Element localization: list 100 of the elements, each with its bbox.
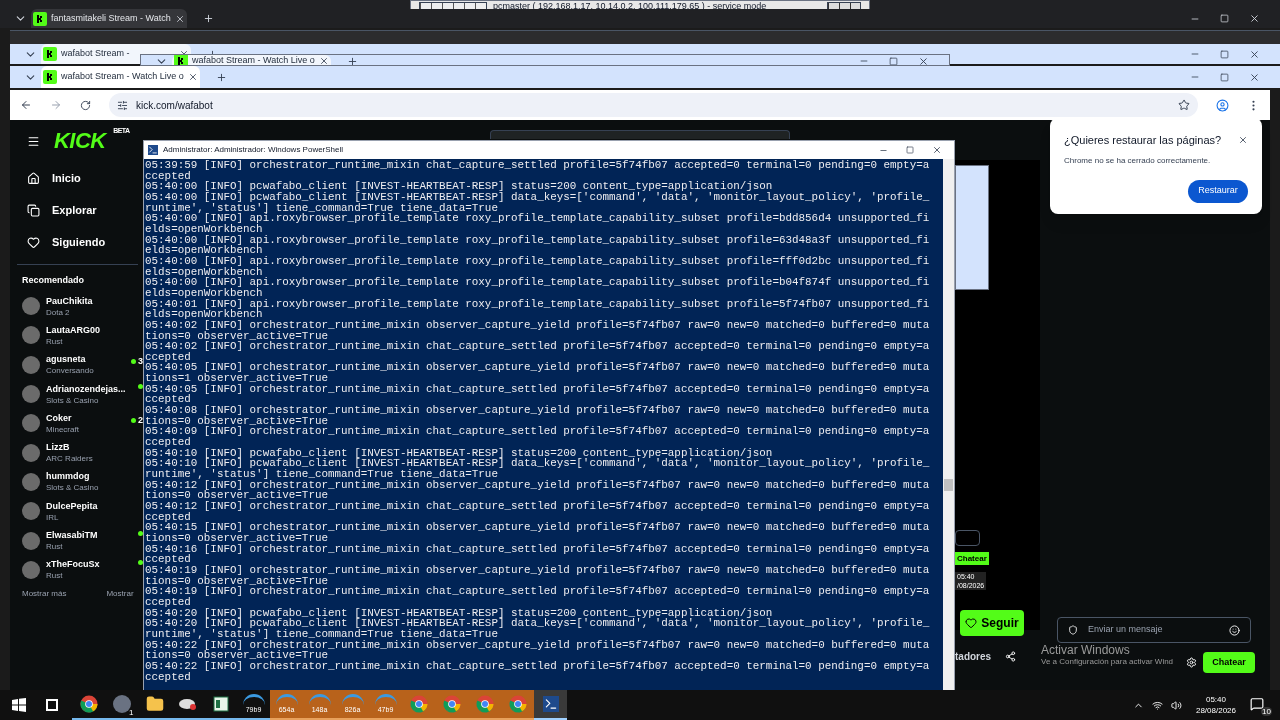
volume-icon[interactable] (1170, 699, 1182, 711)
channel-item[interactable]: LautaARG00 Rust (10, 320, 145, 351)
chrome-icon (409, 695, 428, 713)
viewer-count: 3 (138, 355, 143, 369)
heart-icon (27, 235, 40, 249)
console-line: elds=openWorkbench (145, 223, 263, 235)
channel-item[interactable]: Adrianozendejas... Slots & Casino (10, 379, 145, 409)
console-line: 05:40:20 [INFO] pcwafabo_client [INVEST-HEARTBEAT-RESP] status=200 content_type=application/json (145, 607, 773, 619)
folder-icon (145, 695, 164, 713)
avatar (22, 443, 40, 462)
sidebar-nav-item[interactable]: Inicio (10, 162, 145, 194)
task-view-icon[interactable] (46, 699, 58, 711)
bookmark-icon[interactable] (1178, 99, 1190, 111)
console-line: 05:40:02 [INFO] orchestrator_runtime_mixin chat_capture_settled profile=5f74fb07 accepted=0 terminal=0 pending=0 empty=a (145, 341, 930, 352)
start-icon[interactable] (12, 698, 26, 712)
channel-category: Dota 2 (46, 306, 71, 318)
channel-item[interactable]: PauChikita Dota 2 (10, 291, 145, 321)
console-line: runtime', 'status'] tiene_command=True tiene_data=True (145, 628, 498, 640)
scrollbar-thumb[interactable] (944, 479, 953, 491)
channel-category: Rust (46, 541, 64, 552)
avatar (22, 355, 40, 374)
channel-category: Rust (46, 570, 64, 582)
console-line: 05:40:12 [INFO] orchestrator_runtime_mixin observer_capture_yield profile=5f74fb07 raw=0 new=0 matched=0 buffered=0 muta (145, 479, 930, 491)
chat-input-field[interactable]: Enviar un mensaje (1057, 617, 1251, 643)
kick-favicon-icon (43, 70, 57, 84)
console-line: 05:40:00 [INFO] api.roxybrowser_profile_template roxy_profile_template_capability_subset profile=63d48a3f unsupported_fi (145, 234, 930, 246)
new-tab-icon[interactable] (202, 13, 214, 24)
browser-tab[interactable]: wafabot Stream - Watch Live o (41, 66, 200, 88)
close-icon[interactable] (1238, 135, 1248, 146)
settings-icon[interactable] (1186, 657, 1197, 668)
console-line: 05:40:22 [INFO] orchestrator_runtime_mixin observer_capture_yield profile=5f74fb07 raw=0 new=0 matched=0 buffered=0 muta (145, 639, 930, 651)
back-icon[interactable] (20, 99, 32, 111)
channel-category: Rust (46, 335, 64, 347)
browser-tab[interactable]: fantasmitakeli Stream - Watch (31, 9, 187, 28)
notification-button[interactable]: 10 (1250, 694, 1272, 716)
new-tab-icon[interactable] (346, 55, 358, 65)
spreadsheet-icon (212, 696, 229, 712)
channel-name: xTheFocuSx (46, 558, 100, 571)
url-field[interactable]: kick.com/wafabot (109, 93, 1198, 117)
avatar (22, 472, 40, 491)
site-info-icon[interactable] (117, 99, 128, 111)
channel-item[interactable]: agusneta Conversando 3 (10, 350, 145, 380)
console-line: 05:40:19 [INFO] orchestrator_runtime_mixin chat_capture_settled profile=5f74fb07 accepted=0 terminal=0 pending=0 empty=a (145, 586, 930, 597)
maximize-icon[interactable] (1220, 72, 1229, 82)
close-tab-icon[interactable] (187, 72, 198, 82)
show-more-link[interactable]: Mostrar más (22, 588, 67, 601)
console-line: runtime', 'status'] tiene_command=True tiene_data=True (145, 469, 498, 480)
console-line: ccepted (145, 170, 191, 182)
channel-item[interactable]: ElwasabiTM Rust (10, 525, 145, 556)
nav-label: Inicio (52, 170, 81, 186)
sidebar-nav-item[interactable]: Siguiendo (10, 226, 145, 258)
channel-category: Conversando (46, 365, 94, 377)
restore-button[interactable]: Restaurar (1188, 179, 1248, 203)
chrome-icon (508, 695, 527, 713)
taskbar-app[interactable] (534, 690, 567, 720)
reload-icon[interactable] (80, 99, 91, 111)
emoji-icon[interactable] (1229, 624, 1240, 636)
channel-item[interactable]: hummdog Slots & Casino (10, 467, 145, 497)
notification-icon (1250, 696, 1264, 711)
clock-date[interactable]: 28/08/2026 (1195, 705, 1236, 716)
new-tab-icon[interactable] (215, 71, 227, 83)
close-icon[interactable] (1249, 13, 1260, 24)
console-line: 05:39:59 [INFO] orchestrator_runtime_mixin chat_capture_settled profile=5f74fb07 accepted=0 terminal=0 pending=0 empty=a (145, 160, 930, 171)
close-tab-icon[interactable] (174, 13, 185, 24)
search-field[interactable] (490, 130, 790, 139)
close-icon[interactable] (1249, 48, 1260, 60)
powershell-icon (542, 696, 559, 712)
avatar (22, 560, 40, 579)
chrome-icon (475, 695, 494, 713)
network-icon[interactable] (1151, 699, 1163, 711)
url-text: kick.com/wafabot (136, 98, 213, 113)
chat-send-button[interactable]: Chatear (1203, 652, 1255, 673)
viewers-label: tadores (955, 650, 992, 664)
console-line: ccepted (145, 351, 191, 363)
channel-category: Slots & Casino (46, 394, 100, 406)
maximize-icon[interactable] (906, 146, 914, 154)
tab-title: wafabot Stream - Watch Live o (61, 70, 184, 84)
avatar (22, 326, 40, 345)
maximize-icon[interactable] (889, 56, 898, 65)
close-icon[interactable] (918, 55, 929, 65)
viewer-count: 2 (138, 413, 143, 427)
tab-title: fantasmitakeli Stream - Watch (51, 11, 171, 25)
close-icon[interactable] (932, 145, 942, 155)
sidebar-nav-item[interactable]: Explorar (10, 194, 145, 226)
channel-item[interactable]: Coker Minecraft 2 (10, 408, 145, 438)
channel-name: Adrianozendejas... (46, 382, 126, 395)
window-count-label: 1 (129, 709, 134, 717)
close-icon[interactable] (1249, 71, 1260, 83)
menu-icon[interactable] (27, 134, 40, 148)
taskbar-app[interactable]: 1 (105, 690, 138, 720)
channel-item[interactable]: DulcePepita IRL (10, 496, 145, 526)
share-icon[interactable] (1005, 651, 1016, 662)
maximize-icon[interactable] (1220, 49, 1229, 59)
channel-item[interactable]: xTheFocuSx Rust (10, 555, 145, 585)
profile-icon[interactable] (1216, 98, 1229, 112)
console-line: tions=0 observer_active=True (145, 330, 328, 342)
channel-item[interactable]: LizzB ARC Raiders (10, 438, 145, 468)
clock-time[interactable]: 05:40 (1205, 694, 1226, 705)
show-less-link[interactable]: Mostrar (106, 588, 134, 601)
follow-button[interactable]: Seguir (960, 610, 1024, 636)
